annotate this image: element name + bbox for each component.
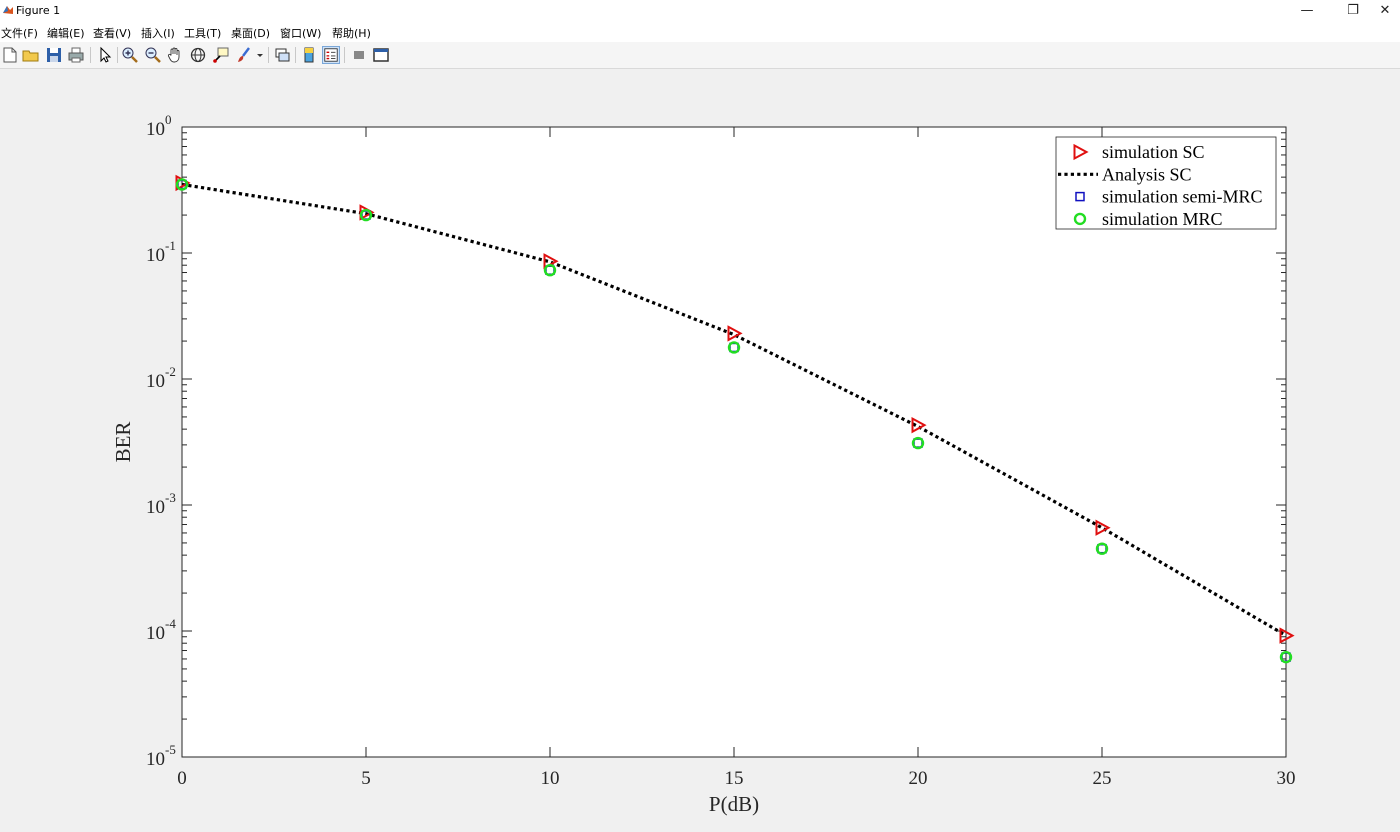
menu-tools[interactable]: 工具(T) xyxy=(184,25,221,41)
y-tick-label: 10 xyxy=(146,497,165,518)
close-button[interactable]: ✕ xyxy=(1370,0,1400,22)
new-file-icon[interactable] xyxy=(1,46,19,64)
y-tick-exponent: -3 xyxy=(165,490,176,505)
data-cursor-icon[interactable] xyxy=(212,46,230,64)
y-tick-label: 10 xyxy=(146,245,165,266)
x-axis-label: P(dB) xyxy=(709,792,759,816)
legend-label: simulation semi-MRC xyxy=(1102,187,1263,207)
x-tick-labels: 0 5 10 15 20 25 30 xyxy=(177,768,1295,789)
menu-view[interactable]: 查看(V) xyxy=(93,25,131,41)
brush-icon[interactable] xyxy=(235,46,253,64)
x-tick-label: 30 xyxy=(1277,768,1296,789)
legend-label: Analysis SC xyxy=(1102,164,1192,184)
dock-icon[interactable] xyxy=(372,46,390,64)
legend-icon[interactable] xyxy=(322,46,340,64)
y-tick-exponent: -4 xyxy=(165,616,176,631)
x-tick-label: 20 xyxy=(909,768,928,789)
toolbar-separator xyxy=(90,47,91,63)
y-tick-exponent: -1 xyxy=(165,238,176,253)
menu-edit[interactable]: 编辑(E) xyxy=(47,25,85,41)
open-folder-icon[interactable] xyxy=(22,46,40,64)
x-tick-label: 10 xyxy=(541,768,560,789)
title-bar: Figure 1 — ❐ ✕ xyxy=(0,0,1400,22)
toolbar-separator xyxy=(268,47,269,63)
menu-file[interactable]: 文件(F) xyxy=(1,25,38,41)
legend[interactable]: simulation SCAnalysis SC simulation semi-… xyxy=(1055,136,1277,230)
menu-insert[interactable]: 插入(I) xyxy=(141,25,175,41)
minimize-button[interactable]: — xyxy=(1284,0,1330,22)
menu-desktop[interactable]: 桌面(D) xyxy=(231,25,270,41)
y-tick-labels: 10 010 -110 -210 -310 -410 -5 xyxy=(146,112,176,770)
y-tick-exponent: -5 xyxy=(165,742,176,757)
x-tick-label: 15 xyxy=(725,768,744,789)
close-icon: ✕ xyxy=(1379,3,1391,18)
x-tick-label: 5 xyxy=(361,768,371,789)
menu-bar: 文件(F) 编辑(E) 查看(V) 插入(I) 工具(T) 桌面(D) 窗口(W… xyxy=(0,22,1400,42)
legend-label: simulation MRC xyxy=(1102,209,1223,229)
y-tick-label: 10 xyxy=(146,749,165,770)
save-icon[interactable] xyxy=(45,46,63,64)
hide-tools-icon[interactable] xyxy=(350,46,368,64)
menu-help[interactable]: 帮助(H) xyxy=(332,25,371,41)
y-axis-label: BER xyxy=(111,422,135,463)
chevron-down-icon[interactable] xyxy=(255,46,265,64)
toolbar-separator xyxy=(344,47,345,63)
matlab-icon xyxy=(3,6,13,14)
toolbar xyxy=(0,42,1400,69)
legend-label: simulation SC xyxy=(1102,142,1205,162)
x-tick-label: 0 xyxy=(177,768,187,789)
minimize-icon: — xyxy=(1300,3,1314,18)
menu-window[interactable]: 窗口(W) xyxy=(280,25,321,41)
pan-hand-icon[interactable] xyxy=(166,46,184,64)
toolbar-separator xyxy=(117,47,118,63)
link-icon[interactable] xyxy=(273,46,291,64)
figure-canvas: 0 5 10 15 20 25 30 10 0 10 -1 10 -2 10 -3 10 -4 10 -5 P(d… xyxy=(0,69,1400,832)
zoom-in-icon[interactable] xyxy=(121,46,139,64)
pointer-icon[interactable] xyxy=(96,46,114,64)
y-tick-label: 10 xyxy=(146,371,165,392)
restore-icon: ❐ xyxy=(1347,3,1359,18)
y-tick-exponent: 0 xyxy=(165,112,172,127)
y-tick-exponent: -2 xyxy=(165,364,176,379)
x-tick-label: 25 xyxy=(1093,768,1112,789)
ber-chart[interactable]: 0 5 10 15 20 25 30 10 010 -110 -210 -310 -410 -5 P(d… xyxy=(0,69,1400,832)
colorbar-icon[interactable] xyxy=(300,46,318,64)
y-tick-label: 10 xyxy=(146,119,165,140)
y-tick-label: 10 xyxy=(146,623,165,644)
print-icon[interactable] xyxy=(67,46,85,64)
toolbar-separator xyxy=(295,47,296,63)
zoom-out-icon[interactable] xyxy=(144,46,162,64)
rotate-3d-icon[interactable] xyxy=(189,46,207,64)
window-title: Figure 1 xyxy=(16,4,61,17)
